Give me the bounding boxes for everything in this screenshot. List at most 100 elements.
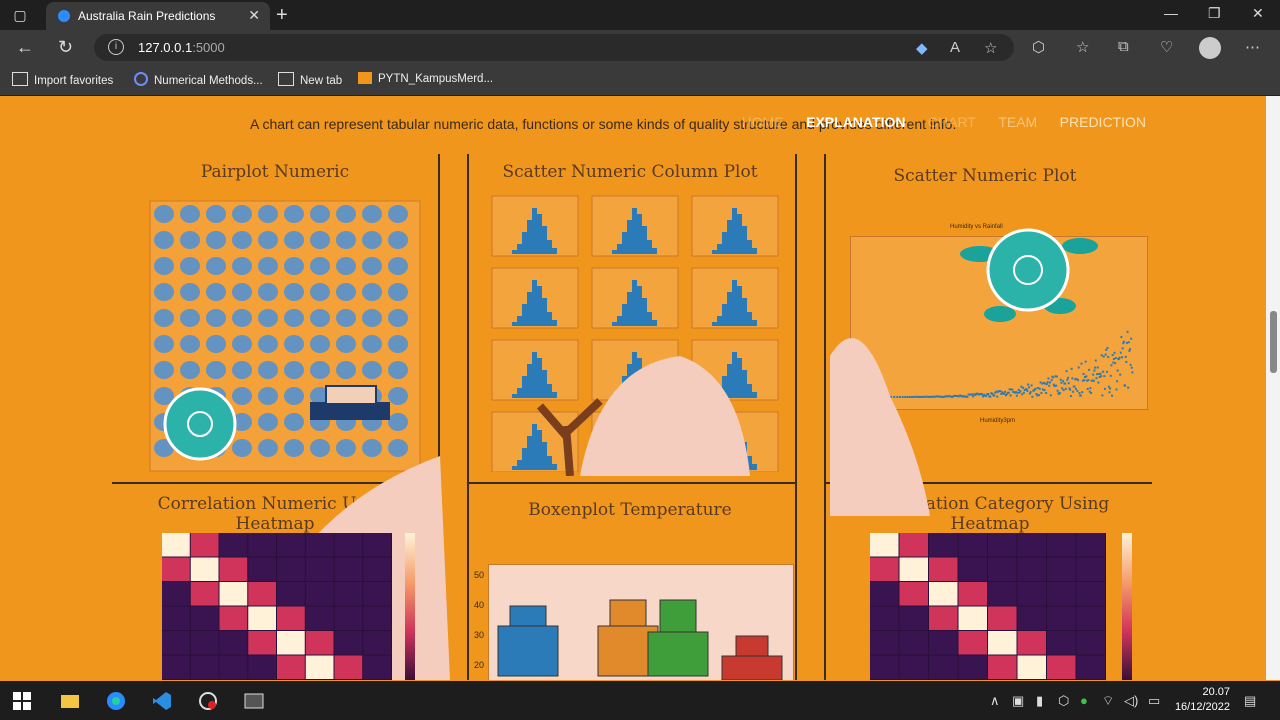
tab-actions-icon[interactable]: ▢	[12, 7, 28, 23]
battery-icon[interactable]: ▭	[1148, 693, 1160, 709]
tray-app-icon[interactable]: ▮	[1036, 693, 1043, 709]
scatter-point	[1044, 389, 1046, 391]
url-text[interactable]: 127.0.0.1:5000	[138, 40, 225, 55]
app-window-icon[interactable]	[244, 691, 264, 711]
heatmap-cell	[988, 631, 1017, 655]
scatter-point	[1129, 348, 1131, 350]
nav-team[interactable]: TEAM	[998, 114, 1037, 130]
pairplot-cell	[388, 205, 408, 223]
heatmap-cell	[870, 582, 899, 606]
histogram-bar	[537, 286, 542, 326]
grid-divider	[467, 482, 797, 484]
notifications-icon[interactable]: ▤	[1244, 693, 1256, 709]
edge-browser-icon[interactable]	[106, 691, 126, 711]
histogram-bar	[527, 292, 532, 326]
read-aloud-icon[interactable]: A	[950, 39, 960, 56]
tab-close-icon[interactable]: ✕	[248, 7, 260, 24]
scatter-point	[1018, 389, 1020, 391]
pairplot-cell	[388, 257, 408, 275]
page-scrollbar[interactable]	[1266, 96, 1280, 680]
scatter-point	[1127, 387, 1129, 389]
favorite-pytn[interactable]: PYTN_KampusMerd...	[358, 72, 493, 85]
boxenplot-y-ticks: 50 40 30 20	[474, 560, 484, 680]
maximize-icon[interactable]: ❐	[1208, 5, 1221, 22]
more-options-icon[interactable]: ⋯	[1245, 38, 1260, 56]
extensions-icon[interactable]: ⬡	[1032, 38, 1045, 56]
favorite-star-icon[interactable]: ☆	[984, 39, 997, 57]
browser-essentials-icon[interactable]: ♡	[1160, 38, 1173, 56]
scatter-point	[1110, 375, 1112, 377]
heatmap-cell	[248, 656, 276, 680]
new-tab-plus-icon[interactable]: +	[276, 4, 288, 27]
histogram-bar	[527, 220, 532, 254]
pairplot-cell	[388, 335, 408, 353]
scatter-point	[1028, 386, 1030, 388]
y-tick: 40	[474, 590, 484, 620]
tray-app-icon[interactable]: ⬡	[1058, 693, 1069, 709]
windows-start-icon[interactable]	[12, 691, 32, 711]
heatmap-cell	[191, 656, 219, 680]
scatter-point	[1031, 384, 1033, 386]
nav-explanation[interactable]: EXPLANATION	[806, 114, 905, 130]
tray-app-icon[interactable]: ●	[1080, 693, 1088, 708]
scatter-point	[1097, 382, 1099, 384]
scatter-point	[1096, 373, 1098, 375]
file-explorer-icon[interactable]	[60, 691, 80, 711]
collections-icon[interactable]: ⧉	[1118, 38, 1129, 55]
address-bar[interactable]: i 127.0.0.1:5000 ◆ A ☆	[94, 34, 1014, 61]
tag-icon[interactable]: ◆	[916, 39, 928, 57]
favorite-new-tab[interactable]: New tab	[278, 72, 342, 87]
site-info-icon[interactable]: i	[108, 39, 124, 55]
histogram-bar	[732, 280, 737, 326]
taskbar-clock[interactable]: 20.07 16/12/2022	[1175, 685, 1230, 715]
refresh-icon[interactable]: ↻	[58, 37, 73, 58]
favorite-numerical-methods[interactable]: Numerical Methods...	[134, 72, 263, 87]
histogram-bar	[642, 226, 647, 254]
heatmap-cell	[1047, 631, 1076, 655]
pairplot-cell	[310, 439, 330, 457]
scatter-point	[1004, 391, 1006, 393]
histogram-bar	[617, 316, 622, 326]
scatter-point	[1067, 377, 1069, 379]
histogram-bar	[642, 298, 647, 326]
scatter-point	[1051, 379, 1053, 381]
scatter-point	[1075, 388, 1077, 390]
volume-icon[interactable]: ◁)	[1124, 693, 1138, 709]
pairplot-cell	[206, 309, 226, 327]
scatter-point	[1101, 354, 1103, 356]
histogram-bar	[712, 250, 717, 254]
pairplot-cell	[232, 205, 252, 223]
favorite-import[interactable]: Import favorites	[12, 72, 113, 87]
back-arrow-icon[interactable]: ←	[16, 37, 34, 58]
heatmap-cell	[220, 558, 248, 582]
vscode-icon[interactable]	[152, 691, 172, 711]
favorites-icon[interactable]: ☆	[1076, 38, 1089, 56]
pairplot-cell	[284, 283, 304, 301]
close-window-icon[interactable]: ✕	[1252, 5, 1264, 22]
pairplot-cell	[336, 283, 356, 301]
pairplot-cell	[206, 335, 226, 353]
minimize-icon[interactable]: —	[1164, 5, 1178, 21]
clock-date: 16/12/2022	[1175, 700, 1230, 715]
tray-app-icon[interactable]: ▣	[1012, 693, 1024, 709]
tray-chevron-icon[interactable]: ∧	[990, 693, 1000, 709]
nav-prediction[interactable]: PREDICTION	[1060, 114, 1146, 130]
scatter-point	[995, 391, 997, 393]
wifi-icon[interactable]: ⌔	[1102, 693, 1114, 709]
nav-home[interactable]: HOME	[742, 114, 784, 130]
scatter-point	[1115, 388, 1117, 390]
histogram-bar	[747, 312, 752, 326]
browser-tab-active[interactable]: Australia Rain Predictions ✕	[46, 2, 270, 30]
screen-recorder-icon[interactable]	[198, 691, 218, 711]
histogram-bar	[627, 220, 632, 254]
scatter-point	[1000, 393, 1002, 395]
heatmap-cell	[363, 558, 391, 582]
panel-title-scatter-numeric: Scatter Numeric Plot	[840, 166, 1130, 186]
scatter-point	[1105, 349, 1107, 351]
scatter-point	[1088, 369, 1090, 371]
nav-chart[interactable]: CHART	[928, 114, 976, 130]
scatter-point	[1107, 356, 1109, 358]
scrollbar-thumb[interactable]	[1270, 311, 1277, 373]
profile-avatar[interactable]	[1199, 37, 1221, 59]
histogram-bar	[612, 250, 617, 254]
